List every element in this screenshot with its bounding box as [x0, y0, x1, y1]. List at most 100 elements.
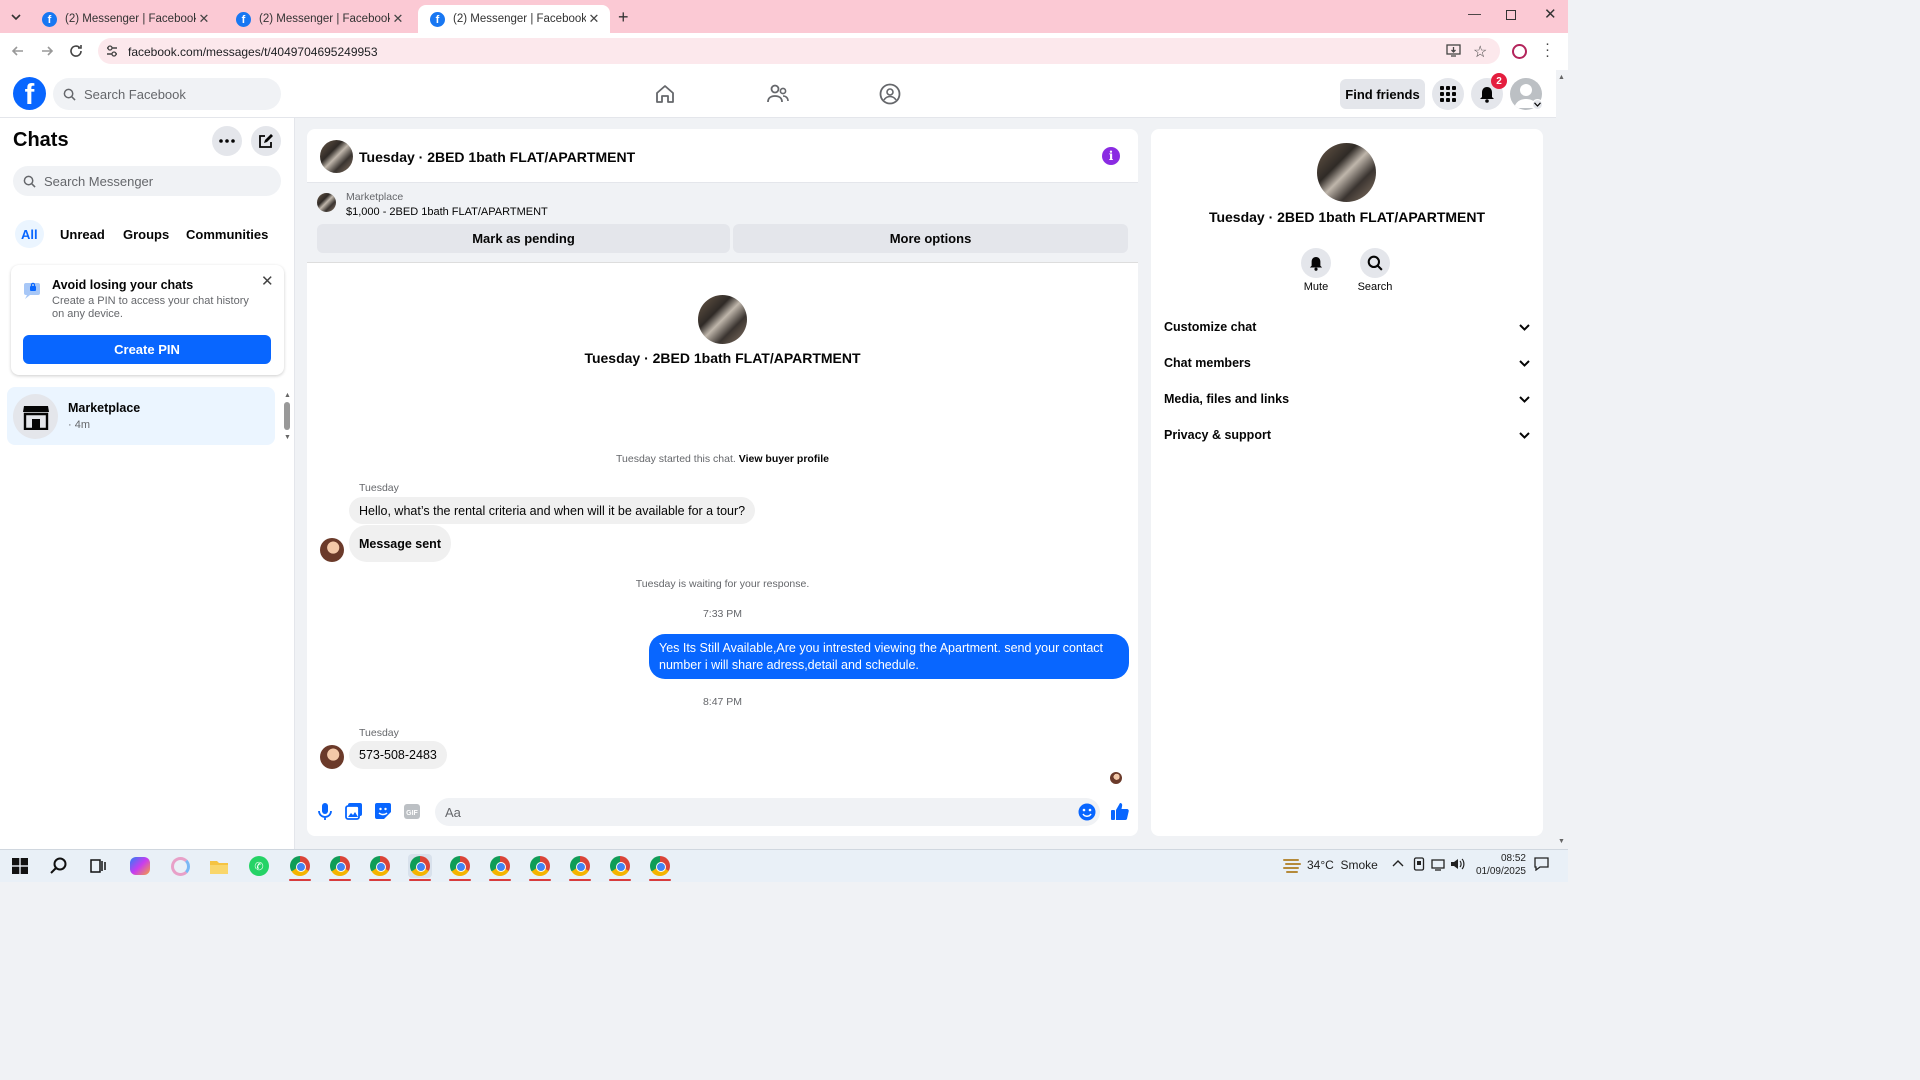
sender-avatar[interactable] [320, 538, 344, 562]
messenger-search-input[interactable]: Search Messenger [13, 166, 281, 196]
browser-tab[interactable]: f (2) Messenger | Facebook ✕ [224, 5, 414, 33]
search-in-chat-button[interactable] [1360, 248, 1390, 278]
incoming-message[interactable]: Hello, what’s the rental criteria and wh… [349, 497, 756, 524]
chrome-icon[interactable] [648, 854, 672, 878]
chrome-icon[interactable] [608, 854, 632, 878]
windows-start-icon[interactable] [8, 854, 32, 878]
bell-icon [1480, 86, 1494, 103]
chrome-icon[interactable] [368, 854, 392, 878]
listing-title[interactable]: $1,000 - 2BED 1bath FLAT/APARTMENT [346, 206, 548, 218]
gif-icon[interactable]: GIF [403, 803, 421, 820]
facebook-logo-icon[interactable]: f [13, 77, 46, 110]
back-arrow-icon[interactable] [10, 43, 26, 59]
section-label: Chat members [1164, 356, 1251, 370]
whatsapp-icon[interactable]: ✆ [247, 854, 271, 878]
info-icon[interactable]: i [1102, 147, 1120, 165]
more-options-button[interactable]: More options [733, 224, 1128, 253]
customize-chat-section[interactable]: Customize chat [1164, 317, 1530, 337]
like-thumbs-up-icon[interactable] [1110, 802, 1129, 821]
friends-icon[interactable] [766, 83, 790, 105]
reload-icon[interactable] [68, 43, 84, 59]
find-friends-button[interactable]: Find friends [1340, 79, 1425, 109]
create-pin-button[interactable]: Create PIN [23, 335, 271, 364]
chrome-icon[interactable] [288, 854, 312, 878]
conversation-title[interactable]: Tuesday · 2BED 1bath FLAT/APARTMENT [359, 149, 635, 165]
facebook-search-input[interactable]: Search Facebook [53, 78, 281, 110]
sticker-icon[interactable] [374, 802, 392, 820]
tab-title: (2) Messenger | Facebook [65, 13, 196, 25]
chat-members-section[interactable]: Chat members [1164, 353, 1530, 373]
view-buyer-profile-link[interactable]: View buyer profile [739, 453, 829, 465]
device-icon[interactable] [1413, 857, 1425, 871]
chrome-icon[interactable] [488, 854, 512, 878]
app-running-indicator [489, 879, 511, 881]
chat-started-notice: Tuesday started this chat. View buyer pr… [307, 453, 1138, 465]
weather-icon[interactable] [1282, 856, 1302, 874]
filter-groups[interactable]: Groups [117, 220, 175, 248]
media-files-links-section[interactable]: Media, files and links [1164, 389, 1530, 409]
menu-button[interactable] [1432, 78, 1464, 110]
browser-menu-icon[interactable]: · · · [1545, 36, 1550, 63]
browser-tab[interactable]: f (2) Messenger | Facebook ✕ [30, 5, 220, 33]
weather-text[interactable]: 34°C Smoke [1307, 858, 1378, 872]
emoji-icon[interactable] [1078, 803, 1096, 821]
filter-unread[interactable]: Unread [54, 220, 111, 248]
search-icon[interactable] [47, 854, 71, 878]
chrome-icon[interactable] [408, 854, 432, 878]
profile-icon[interactable] [1512, 44, 1527, 59]
chat-options-button[interactable] [212, 126, 242, 156]
forward-arrow-icon[interactable] [39, 43, 55, 59]
show-hidden-icons-icon[interactable] [1392, 858, 1404, 868]
account-chevron-icon[interactable] [1532, 99, 1543, 110]
chrome-icon[interactable] [528, 854, 552, 878]
message-input[interactable]: Aa [435, 798, 1100, 826]
new-message-button[interactable] [251, 126, 281, 156]
close-tab-icon[interactable]: ✕ [196, 11, 212, 27]
conversation-avatar[interactable] [320, 140, 353, 173]
browser-tab-active[interactable]: f (2) Messenger | Facebook ✕ [418, 5, 610, 33]
privacy-support-section[interactable]: Privacy & support [1164, 425, 1530, 445]
scroll-up-arrow-icon[interactable]: ▲ [284, 392, 291, 399]
notification-center-icon[interactable] [1534, 857, 1549, 871]
outgoing-message[interactable]: Yes Its Still Available,Are you intreste… [649, 634, 1129, 679]
listing-thumbnail[interactable] [317, 193, 336, 212]
chrome-icon[interactable] [328, 854, 352, 878]
tab-search-button[interactable] [8, 9, 24, 25]
task-view-icon[interactable] [86, 854, 110, 878]
url-text[interactable]: facebook.com/messages/t/4049704695249953 [128, 45, 378, 59]
page-scroll-down-icon[interactable]: ▼ [1558, 838, 1565, 845]
microphone-icon[interactable] [317, 802, 333, 821]
snipping-tool-icon[interactable] [168, 854, 192, 878]
filter-all[interactable]: All [15, 220, 44, 248]
minimize-window-icon[interactable]: — [1468, 6, 1481, 21]
page-scroll-up-icon[interactable]: ▲ [1558, 74, 1565, 81]
photo-gallery-icon[interactable] [345, 802, 363, 820]
file-explorer-icon[interactable] [207, 854, 231, 878]
network-icon[interactable] [1431, 857, 1445, 871]
close-tab-icon[interactable]: ✕ [586, 11, 602, 27]
chrome-icon[interactable] [448, 854, 472, 878]
bookmark-star-icon[interactable]: ☆ [1473, 42, 1487, 62]
details-avatar[interactable] [1317, 143, 1376, 202]
home-icon[interactable] [654, 83, 676, 105]
close-tab-icon[interactable]: ✕ [390, 11, 406, 27]
close-card-icon[interactable]: ✕ [261, 272, 274, 290]
chat-list-scrollbar[interactable] [284, 402, 290, 430]
incoming-message[interactable]: 573-508-2483 [349, 741, 447, 769]
scroll-down-arrow-icon[interactable]: ▼ [284, 434, 291, 441]
incoming-message[interactable]: Message sent [349, 525, 451, 562]
volume-icon[interactable] [1450, 857, 1465, 871]
site-info-icon[interactable] [105, 44, 119, 58]
chrome-icon[interactable] [568, 854, 592, 878]
sender-avatar[interactable] [320, 745, 344, 769]
close-window-icon[interactable]: ✕ [1544, 5, 1557, 23]
new-tab-button[interactable]: + [618, 7, 629, 28]
mark-as-pending-button[interactable]: Mark as pending [317, 224, 730, 253]
copilot-icon[interactable] [128, 854, 152, 878]
restore-window-icon[interactable] [1506, 10, 1516, 20]
system-clock[interactable]: 08:52 01/09/2025 [1474, 852, 1526, 878]
filter-communities[interactable]: Communities [180, 220, 274, 248]
mute-button[interactable] [1301, 248, 1331, 278]
install-app-icon[interactable] [1446, 44, 1461, 58]
groups-icon[interactable] [879, 83, 901, 105]
